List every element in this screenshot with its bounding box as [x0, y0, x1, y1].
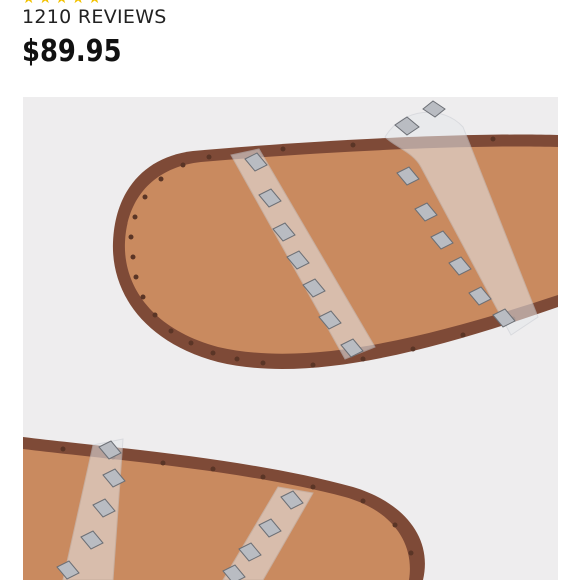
product-price: $89.95 [22, 34, 122, 69]
product-photo[interactable] [23, 97, 558, 580]
sandal-top [112, 100, 558, 369]
sandal-bottom [23, 437, 425, 580]
sandal-photo-icon [23, 100, 558, 580]
reviews-count-link[interactable]: 1210 REVIEWS [22, 6, 167, 28]
